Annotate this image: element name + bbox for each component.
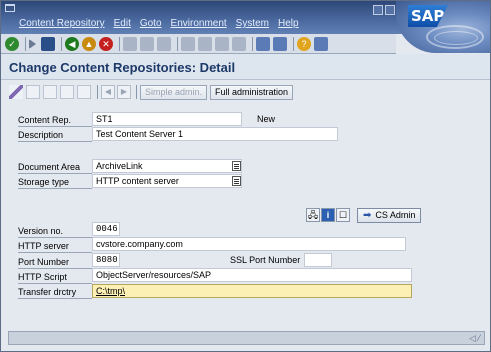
version-no-label: Version no. bbox=[18, 224, 92, 238]
first-page-icon[interactable] bbox=[181, 36, 195, 51]
toolbar-separator bbox=[177, 36, 178, 51]
new-status-text: New bbox=[257, 114, 276, 124]
toolbar-separator bbox=[61, 36, 62, 51]
sap-window: Content Repository Edit Goto Environment… bbox=[0, 0, 491, 352]
menu-edit[interactable]: Edit bbox=[114, 18, 131, 29]
command-field-toggle-icon[interactable] bbox=[29, 38, 36, 49]
standard-toolbar: ✓ ◀ ▲ ✕ ? bbox=[1, 34, 396, 54]
save-icon[interactable] bbox=[41, 36, 55, 51]
menu-system[interactable]: System bbox=[236, 18, 269, 29]
exit-icon[interactable]: ▲ bbox=[82, 36, 96, 51]
simple-admin-button[interactable]: Simple admin. bbox=[140, 84, 208, 100]
last-page-icon[interactable] bbox=[232, 36, 246, 51]
description-field[interactable]: Test Content Server 1 bbox=[92, 127, 338, 141]
page-title: Change Content Repositories: Detail bbox=[9, 60, 236, 75]
delete-icon[interactable] bbox=[77, 85, 91, 99]
status-bar: ◁ ⁄ bbox=[8, 331, 485, 345]
port-number-label: Port Number bbox=[18, 255, 92, 269]
http-server-label: HTTP server bbox=[18, 239, 92, 253]
find-icon[interactable] bbox=[140, 36, 154, 51]
toolbar-separator bbox=[293, 36, 294, 51]
print-icon[interactable] bbox=[123, 36, 137, 51]
menu-help[interactable]: Help bbox=[278, 18, 299, 29]
cs-admin-label: CS Admin bbox=[375, 210, 416, 220]
next-page-icon[interactable] bbox=[215, 36, 229, 51]
check-icon[interactable]: ✓ bbox=[5, 36, 19, 51]
system-menu-icon[interactable] bbox=[5, 4, 15, 12]
http-script-field[interactable]: ObjectServer/resources/SAP bbox=[92, 268, 412, 282]
menu-goto[interactable]: Goto bbox=[140, 18, 162, 29]
find-next-icon[interactable] bbox=[157, 36, 171, 51]
http-script-label: HTTP Script bbox=[18, 270, 92, 284]
http-server-field[interactable]: cvstore.company.com bbox=[92, 237, 406, 251]
test-connection-icon[interactable]: ☐ bbox=[336, 208, 350, 222]
ssl-port-label: SSL Port Number bbox=[230, 255, 301, 265]
toolbar-separator bbox=[119, 36, 120, 51]
previous-entry-icon[interactable]: ◀ bbox=[101, 85, 115, 99]
ssl-port-field[interactable] bbox=[304, 253, 332, 267]
previous-page-icon[interactable] bbox=[198, 36, 212, 51]
storage-type-dropdown-icon[interactable] bbox=[232, 176, 241, 186]
sap-logo: SAP bbox=[396, 1, 490, 53]
maximize-icon[interactable] bbox=[385, 5, 395, 15]
display-change-icon[interactable] bbox=[9, 85, 23, 99]
full-administration-button[interactable]: Full administration bbox=[210, 84, 294, 100]
toolbar-separator bbox=[25, 36, 26, 51]
port-number-field[interactable]: 8080 bbox=[92, 253, 120, 267]
toolbar-separator bbox=[252, 36, 253, 51]
content-rep-label: Content Rep. bbox=[18, 113, 92, 127]
cs-admin-button[interactable]: ➡ CS Admin bbox=[357, 208, 422, 223]
cancel-icon[interactable]: ✕ bbox=[99, 36, 113, 51]
version-no-field[interactable]: 0046 bbox=[92, 222, 120, 236]
copy-as-icon[interactable] bbox=[60, 85, 74, 99]
help-icon[interactable]: ? bbox=[297, 36, 311, 51]
toolbar-separator bbox=[97, 85, 98, 99]
new-entry-icon[interactable] bbox=[26, 85, 40, 99]
transfer-directory-value: C:\tmp\ bbox=[96, 286, 126, 296]
sap-logo-badge: SAP bbox=[408, 5, 448, 27]
menu-content-repository[interactable]: Content Repository bbox=[19, 18, 105, 29]
application-toolbar: ◀ ▶ Simple admin. Full administration bbox=[1, 81, 490, 103]
document-area-dropdown-icon[interactable] bbox=[232, 161, 241, 171]
transfer-directory-label: Transfer drctry bbox=[18, 285, 92, 299]
document-area-label: Document Area bbox=[18, 160, 92, 174]
logo-swirl-inner bbox=[434, 31, 478, 45]
minimize-icon[interactable] bbox=[373, 5, 383, 15]
shortcut-icon[interactable] bbox=[273, 36, 287, 51]
menu-environment[interactable]: Environment bbox=[171, 18, 227, 29]
toolbar-separator bbox=[136, 85, 137, 99]
repository-form: Content Rep. ST1 New Description Test Co… bbox=[1, 105, 490, 327]
ssl-certificate-icon[interactable]: 🖧 bbox=[306, 208, 320, 222]
status-bar-grip-icon[interactable]: ◁ ⁄ bbox=[469, 333, 480, 344]
description-label: Description bbox=[18, 128, 92, 142]
next-entry-icon[interactable]: ▶ bbox=[117, 85, 131, 99]
info-icon[interactable]: i bbox=[321, 208, 335, 222]
transfer-directory-field[interactable]: C:\tmp\ bbox=[92, 284, 412, 298]
storage-type-label: Storage type bbox=[18, 175, 92, 189]
customize-layout-icon[interactable] bbox=[314, 36, 328, 51]
content-rep-field[interactable]: ST1 bbox=[92, 112, 242, 126]
document-area-field[interactable]: ArchiveLink bbox=[92, 159, 242, 173]
title-bar: Change Content Repositories: Detail bbox=[1, 54, 490, 80]
storage-type-field[interactable]: HTTP content server bbox=[92, 174, 242, 188]
menu: Content Repository Edit Goto Environment… bbox=[19, 18, 308, 29]
copy-icon[interactable] bbox=[43, 85, 57, 99]
arrow-right-icon: ➡ bbox=[363, 210, 372, 221]
back-icon[interactable]: ◀ bbox=[65, 36, 79, 51]
create-session-icon[interactable] bbox=[256, 36, 270, 51]
